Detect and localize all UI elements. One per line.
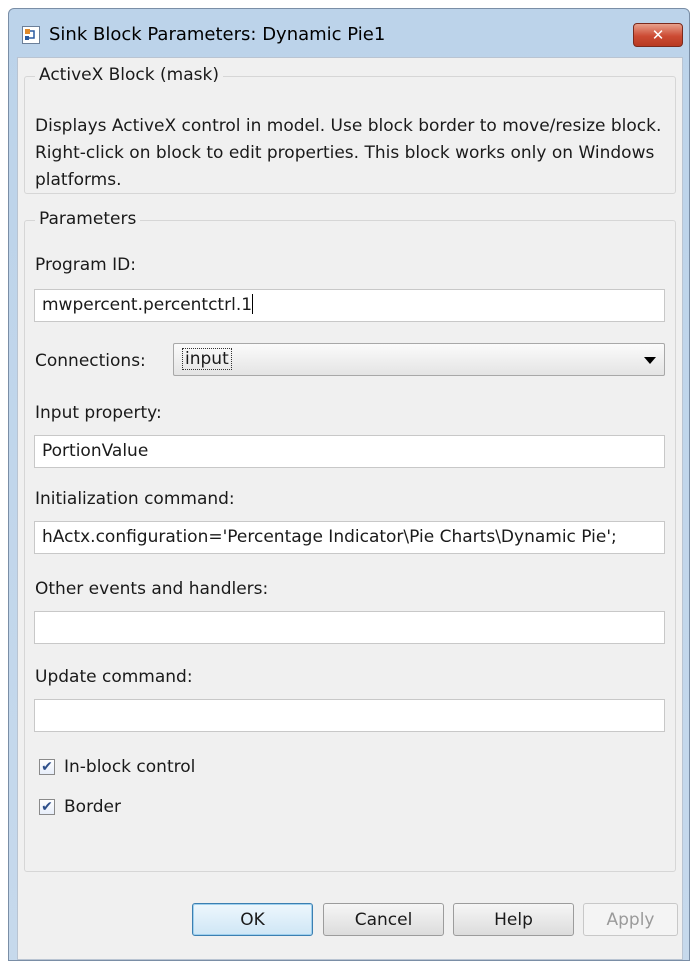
simulink-block-icon	[22, 26, 40, 44]
init-command-field[interactable]: hActx.configuration='Percentage Indicato…	[34, 521, 665, 554]
apply-button[interactable]: Apply	[583, 903, 678, 936]
init-command-label: Initialization command:	[35, 489, 235, 509]
checkmark-icon: ✔	[41, 759, 53, 775]
input-property-field[interactable]: PortionValue	[34, 435, 665, 468]
in-block-control-checkbox[interactable]: ✔	[39, 759, 55, 775]
help-button[interactable]: Help	[453, 903, 574, 936]
ok-button[interactable]: OK	[192, 903, 313, 936]
window-title: Sink Block Parameters: Dynamic Pie1	[49, 24, 386, 45]
connections-label: Connections:	[35, 351, 146, 371]
close-icon: ✕	[651, 26, 665, 44]
input-property-label: Input property:	[35, 403, 162, 423]
checkmark-icon: ✔	[41, 799, 53, 815]
block-description-group: ActiveX Block (mask) Displays ActiveX co…	[24, 65, 676, 194]
program-id-label: Program ID:	[35, 255, 136, 275]
text-caret	[252, 294, 254, 314]
in-block-control-label: In-block control	[64, 757, 196, 777]
dialog-window: Sink Block Parameters: Dynamic Pie1 ✕ Ac…	[8, 8, 690, 961]
title-bar[interactable]: Sink Block Parameters: Dynamic Pie1 ✕	[9, 9, 689, 59]
other-events-label: Other events and handlers:	[35, 579, 269, 599]
program-id-field[interactable]: mwpercent.percentctrl.1	[34, 289, 665, 322]
update-command-field[interactable]	[34, 699, 665, 732]
connections-dropdown[interactable]: input	[173, 343, 665, 376]
border-row[interactable]: ✔ Border	[39, 797, 121, 817]
cancel-button[interactable]: Cancel	[323, 903, 444, 936]
update-command-label: Update command:	[35, 667, 193, 687]
block-group-title: ActiveX Block (mask)	[35, 65, 223, 85]
close-button[interactable]: ✕	[633, 23, 683, 47]
parameters-group: Parameters Program ID: mwpercent.percent…	[24, 209, 676, 872]
chevron-down-icon	[644, 357, 656, 364]
connections-value: input	[182, 348, 232, 370]
dialog-client-area: ActiveX Block (mask) Displays ActiveX co…	[17, 57, 683, 960]
program-id-value: mwpercent.percentctrl.1	[42, 295, 253, 315]
input-property-value: PortionValue	[42, 441, 149, 461]
border-label: Border	[64, 797, 121, 817]
border-checkbox[interactable]: ✔	[39, 799, 55, 815]
init-command-value: hActx.configuration='Percentage Indicato…	[42, 527, 617, 547]
parameters-group-title: Parameters	[35, 209, 141, 229]
block-description: Displays ActiveX control in model. Use b…	[35, 116, 662, 190]
in-block-control-row[interactable]: ✔ In-block control	[39, 757, 195, 777]
other-events-field[interactable]	[34, 611, 665, 644]
